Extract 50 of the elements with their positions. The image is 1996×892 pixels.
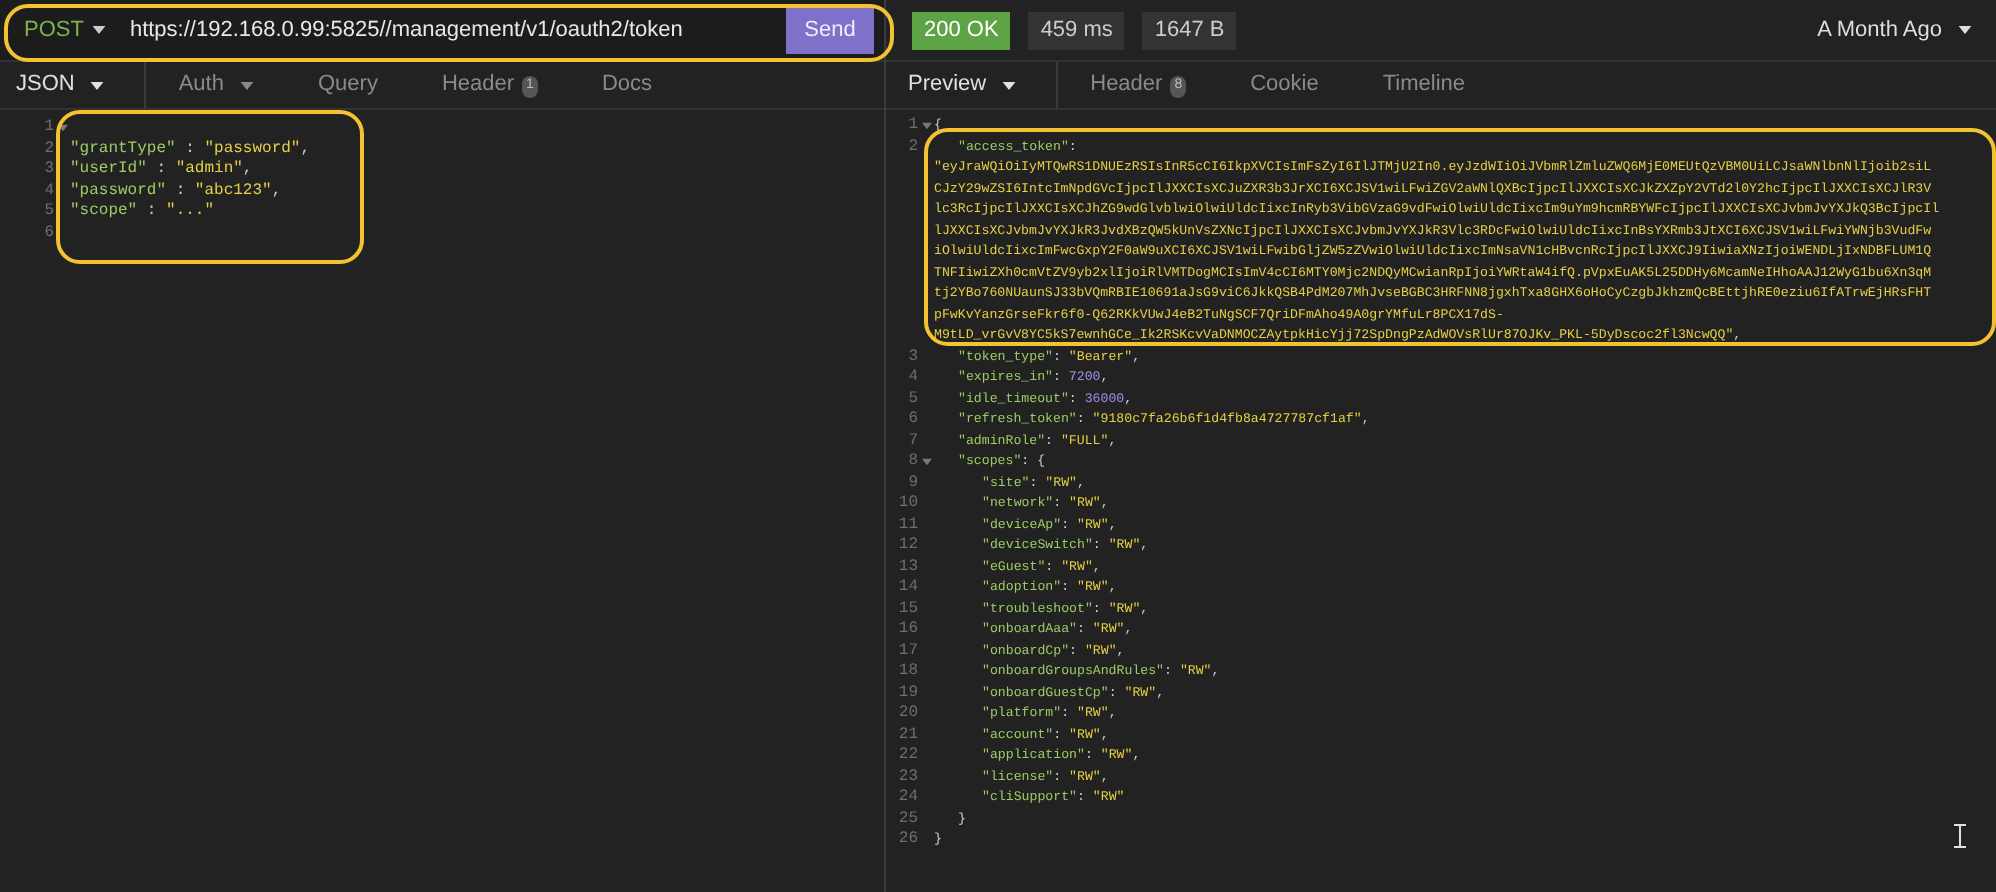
method-dropdown[interactable]: POST bbox=[0, 13, 122, 47]
line-number: 1 bbox=[908, 114, 918, 139]
tab[interactable]: Cookie bbox=[1218, 62, 1351, 108]
code-line: "scope" : "..." bbox=[70, 200, 215, 225]
line-number: 3 bbox=[908, 345, 918, 369]
line-number: 17 bbox=[898, 639, 918, 663]
line-number: 21 bbox=[898, 723, 918, 747]
line-number: 6 bbox=[908, 408, 918, 433]
url-field[interactable]: https://192.168.0.99:5825//management/v1/oauth2/token bbox=[121, 13, 786, 47]
line-number: 2 bbox=[908, 135, 918, 160]
code-line: "grantType" : "password", bbox=[70, 137, 311, 160]
line-number: 5 bbox=[908, 387, 918, 411]
history-dropdown[interactable]: A Month Ago bbox=[1817, 13, 1972, 47]
size-badge: 1647 B bbox=[1142, 11, 1237, 49]
line-number: 9 bbox=[908, 471, 918, 495]
status-badge: 200 OK bbox=[912, 11, 1011, 49]
line-number: 13 bbox=[898, 555, 918, 579]
line-number: 11 bbox=[898, 513, 918, 537]
line-number: 10 bbox=[898, 492, 918, 517]
line-number: 1 bbox=[44, 116, 54, 141]
line-number: 5 bbox=[44, 200, 54, 225]
time-badge: 459 ms bbox=[1028, 11, 1125, 49]
line-number: 26 bbox=[898, 828, 918, 853]
line-number: 8 bbox=[908, 450, 918, 475]
line-number: 6 bbox=[44, 221, 54, 246]
line-number: 25 bbox=[898, 807, 918, 831]
line-number: 12 bbox=[898, 534, 918, 559]
line-number: 4 bbox=[44, 179, 54, 203]
line-number: 2 bbox=[44, 137, 54, 161]
line-number: 15 bbox=[898, 597, 918, 621]
code-line: "userId" : "admin", bbox=[70, 158, 253, 182]
code-line: "password" : "abc123", bbox=[70, 179, 282, 202]
tab[interactable]: Docs bbox=[569, 62, 684, 108]
tab[interactable]: Query bbox=[285, 62, 410, 108]
line-number: 19 bbox=[898, 681, 918, 705]
line-number: 14 bbox=[898, 576, 918, 601]
line-number: 22 bbox=[898, 744, 918, 769]
line-number: 4 bbox=[908, 366, 918, 391]
tab[interactable]: Preview bbox=[892, 62, 1033, 108]
line-number: 18 bbox=[898, 660, 918, 685]
tab[interactable]: Auth bbox=[146, 62, 286, 108]
line-number: 16 bbox=[898, 618, 918, 643]
tab[interactable]: JSON bbox=[0, 62, 121, 108]
tab[interactable]: Timeline bbox=[1350, 62, 1498, 108]
line-number: 23 bbox=[898, 765, 918, 789]
line-number: 3 bbox=[44, 158, 54, 183]
line-number: 7 bbox=[908, 429, 918, 453]
line-number: 20 bbox=[898, 702, 918, 727]
send-button[interactable]: Send bbox=[786, 7, 874, 53]
line-number: 24 bbox=[898, 786, 918, 811]
